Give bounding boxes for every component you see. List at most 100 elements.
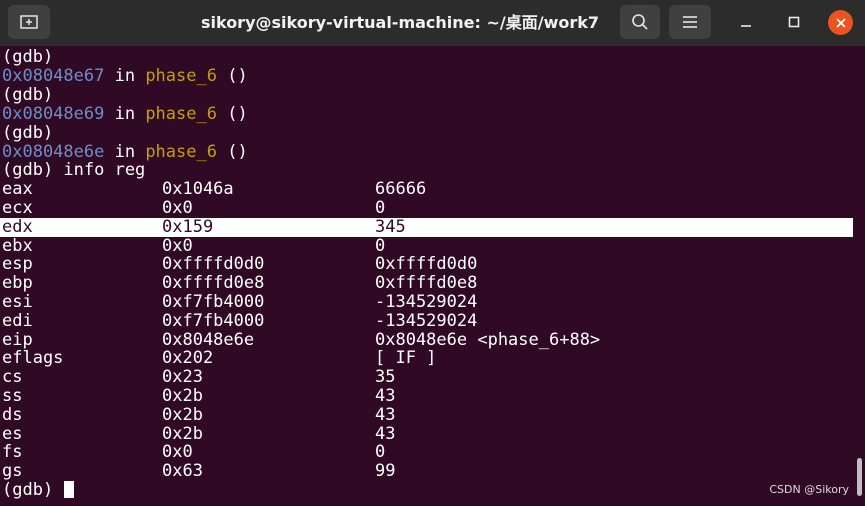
register-row: eax 0x1046a 66666: [2, 180, 853, 199]
register-hex: 0x0: [162, 198, 193, 218]
text-cursor: [64, 481, 75, 498]
register-row-selected: edx 0x159 345: [0, 218, 853, 237]
trace-in: in: [104, 142, 146, 162]
register-value: 66666: [375, 179, 427, 199]
register-value: -134529024: [375, 311, 478, 331]
minimize-button[interactable]: [733, 9, 759, 35]
register-value: 35: [375, 367, 396, 387]
register-hex: 0x0: [162, 236, 193, 256]
prompt-text: (gdb): [2, 480, 64, 500]
prompt-text: (gdb): [2, 47, 54, 67]
trace-in: in: [104, 66, 146, 86]
register-name: fs: [2, 442, 23, 462]
register-name: eflags: [2, 348, 64, 368]
register-hex: 0x23: [162, 367, 203, 387]
register-name: ebp: [2, 273, 33, 293]
register-row: ds 0x2b 43: [2, 406, 853, 425]
trace-address: 0x08048e6e: [2, 142, 105, 162]
gdb-prompt-line: (gdb): [2, 86, 853, 105]
register-name: ebx: [2, 236, 33, 256]
register-name: es: [2, 424, 23, 444]
search-button[interactable]: [620, 5, 660, 39]
title-bar: sikory@sikory-virtual-machine: ~/桌面/work…: [0, 0, 865, 46]
register-hex: 0xffffd0d0: [162, 254, 265, 274]
register-hex: 0x63: [162, 461, 203, 481]
register-value: 0: [375, 442, 386, 462]
input-prompt-line[interactable]: (gdb): [2, 481, 853, 500]
new-tab-icon: [20, 15, 38, 29]
register-row: gs 0x63 99: [2, 462, 853, 481]
trace-in: in: [104, 104, 146, 124]
register-name: eax: [2, 179, 33, 199]
hamburger-menu-icon: [683, 16, 697, 28]
register-hex: 0x2b: [162, 386, 203, 406]
register-row: es 0x2b 43: [2, 425, 853, 444]
register-name: ss: [2, 386, 23, 406]
trace-args: (): [216, 104, 248, 124]
register-hex: 0xf7fb4000: [162, 311, 265, 331]
register-hex: 0xffffd0e8: [162, 273, 265, 293]
register-name: cs: [2, 367, 23, 387]
register-row: eflags 0x202 [ IF ]: [2, 349, 853, 368]
register-value: -134529024: [375, 292, 478, 312]
register-value: 43: [375, 424, 396, 444]
register-value: 0xffffd0d0: [375, 254, 478, 274]
scrollbar-thumb[interactable]: [857, 458, 862, 496]
register-row: ebx 0x0 0: [2, 237, 853, 256]
register-hex: 0x1046a: [162, 179, 234, 199]
gdb-prompt-line: (gdb): [2, 124, 853, 143]
menu-button[interactable]: [669, 5, 711, 39]
prompt-text: (gdb): [2, 123, 54, 143]
trace-address: 0x08048e67: [2, 66, 105, 86]
terminal-output[interactable]: (gdb) 0x08048e67 in phase_6 () (gdb) 0x0…: [0, 46, 865, 506]
trace-function: phase_6: [145, 104, 217, 124]
register-row: ebp 0xffffd0e8 0xffffd0e8: [2, 274, 853, 293]
maximize-icon: [788, 16, 800, 28]
register-name: ecx: [2, 198, 33, 218]
trace-line: 0x08048e69 in phase_6 (): [2, 105, 853, 124]
register-row: edi 0xf7fb4000 -134529024: [2, 312, 853, 331]
close-icon: [835, 17, 846, 28]
register-row: esp 0xffffd0d0 0xffffd0d0: [2, 255, 853, 274]
register-hex: 0x0: [162, 442, 193, 462]
gdb-prompt-line: (gdb): [2, 48, 853, 67]
register-row: cs 0x23 35: [2, 368, 853, 387]
register-value: 43: [375, 405, 396, 425]
register-name: esp: [2, 254, 33, 274]
maximize-button[interactable]: [781, 9, 807, 35]
register-row: eip 0x8048e6e 0x8048e6e <phase_6+88>: [2, 331, 853, 350]
trace-address: 0x08048e69: [2, 104, 105, 124]
register-hex: 0xf7fb4000: [162, 292, 265, 312]
register-row: ecx 0x0 0: [2, 199, 853, 218]
prompt-text: (gdb): [2, 85, 54, 105]
register-hex: 0x8048e6e: [162, 330, 255, 350]
search-icon: [632, 14, 648, 30]
watermark: CSDN @Sikory: [769, 483, 849, 496]
new-tab-button[interactable]: [8, 5, 50, 39]
register-value: 0: [375, 236, 386, 256]
minimize-icon: [741, 25, 751, 27]
register-name: gs: [2, 461, 23, 481]
register-row: esi 0xf7fb4000 -134529024: [2, 293, 853, 312]
register-value: 0: [375, 198, 386, 218]
trace-args: (): [216, 66, 248, 86]
register-hex: 0x2b: [162, 424, 203, 444]
register-name: edx: [2, 217, 33, 237]
command-line: (gdb) info reg: [2, 160, 146, 180]
trace-function: phase_6: [145, 66, 217, 86]
window-title: sikory@sikory-virtual-machine: ~/桌面/work…: [200, 13, 600, 32]
close-button[interactable]: [828, 10, 853, 35]
register-value: 43: [375, 386, 396, 406]
register-value: 0xffffd0e8: [375, 273, 478, 293]
register-hex: 0x2b: [162, 405, 203, 425]
register-name: ds: [2, 405, 23, 425]
register-name: edi: [2, 311, 33, 331]
register-hex: 0x202: [162, 348, 214, 368]
register-hex: 0x159: [162, 217, 214, 237]
register-row: fs 0x0 0: [2, 443, 853, 462]
trace-function: phase_6: [145, 142, 217, 162]
trace-args: (): [216, 142, 248, 162]
trace-line: 0x08048e6e in phase_6 (): [2, 143, 853, 162]
register-value: [ IF ]: [375, 348, 437, 368]
register-value: 99: [375, 461, 396, 481]
